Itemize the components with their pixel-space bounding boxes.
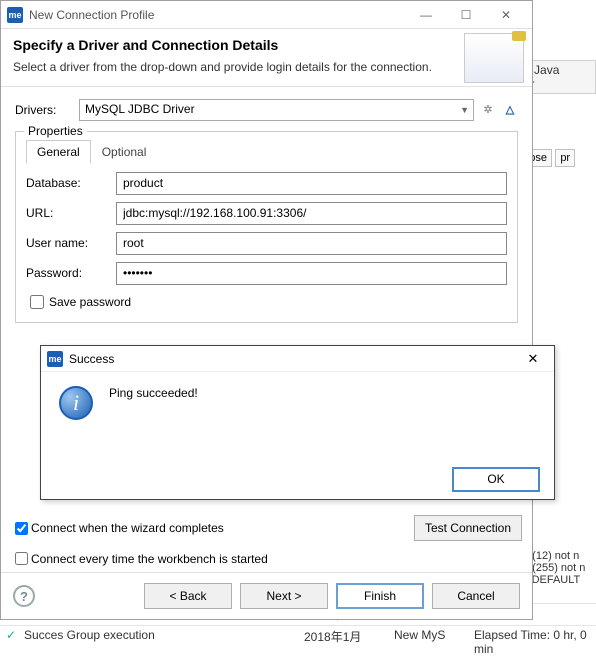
finish-button[interactable]: Finish (336, 583, 424, 609)
username-label: User name: (26, 236, 116, 250)
connect-startup-checkbox[interactable] (15, 552, 28, 565)
database-label: Database: (26, 176, 116, 190)
editor-tab-pr-label: pr (560, 152, 570, 164)
tab-general[interactable]: General (26, 140, 91, 164)
help-button[interactable]: ? (13, 585, 35, 607)
dialog-app-icon: me (47, 351, 63, 367)
success-dialog: me Success ✕ i Ping succeeded! OK (40, 345, 555, 500)
minimize-button[interactable]: — (406, 2, 446, 28)
cell-description: Succes Group execution (24, 628, 304, 656)
url-input[interactable] (116, 202, 507, 225)
test-connection-button[interactable]: Test Connection (414, 515, 522, 541)
connect-startup-label: Connect every time the workbench is star… (31, 552, 268, 566)
password-input[interactable] (116, 262, 507, 285)
app-icon: me (7, 7, 23, 23)
cell-date: 2018年1月 (304, 628, 394, 656)
dialog-close-button[interactable]: ✕ (518, 351, 548, 367)
drivers-selected-value: MySQL JDBC Driver (85, 102, 195, 116)
cancel-button[interactable]: Cancel (432, 583, 520, 609)
back-button[interactable]: < Back (144, 583, 232, 609)
drivers-label: Drivers: (15, 103, 79, 117)
password-label: Password: (26, 266, 116, 280)
properties-group-label: Properties (24, 124, 87, 138)
dialog-title: Success (69, 352, 518, 366)
new-driver-icon[interactable]: ✲ (480, 102, 496, 118)
connect-wizard-checkbox[interactable] (15, 522, 28, 535)
chevron-down-icon: ▼ (460, 105, 469, 115)
cell-source: New MyS (394, 628, 474, 656)
page-description: Select a driver from the drop-down and p… (13, 59, 433, 76)
maximize-button[interactable]: ☐ (446, 2, 486, 28)
tab-optional[interactable]: Optional (91, 140, 158, 164)
new-connection-profile-window: me New Connection Profile — ☐ ✕ Specify … (0, 0, 533, 620)
window-title: New Connection Profile (29, 8, 406, 22)
save-password-checkbox[interactable] (30, 295, 44, 309)
drivers-dropdown[interactable]: MySQL JDBC Driver ▼ (79, 99, 474, 121)
dialog-message: Ping succeeded! (109, 386, 198, 445)
cell-elapsed: Elapsed Time: 0 hr, 0 min (474, 628, 590, 656)
editor-tab-pr[interactable]: pr (555, 149, 575, 167)
save-password-label: Save password (49, 295, 131, 309)
close-button[interactable]: ✕ (486, 2, 526, 28)
table-row[interactable]: ✓ Succes Group execution 2018年1月 New MyS… (0, 625, 596, 658)
wizard-banner-icon (464, 33, 524, 83)
database-input[interactable] (116, 172, 507, 195)
next-button[interactable]: Next > (240, 583, 328, 609)
url-label: URL: (26, 206, 116, 220)
ok-button[interactable]: OK (452, 467, 540, 492)
check-icon: ✓ (6, 628, 20, 656)
titlebar: me New Connection Profile — ☐ ✕ (1, 1, 532, 29)
connect-wizard-label: Connect when the wizard completes (31, 521, 224, 535)
info-icon: i (59, 386, 93, 420)
username-input[interactable] (116, 232, 507, 255)
edit-driver-icon[interactable]: △ (502, 102, 518, 118)
page-heading: Specify a Driver and Connection Details (13, 37, 520, 53)
